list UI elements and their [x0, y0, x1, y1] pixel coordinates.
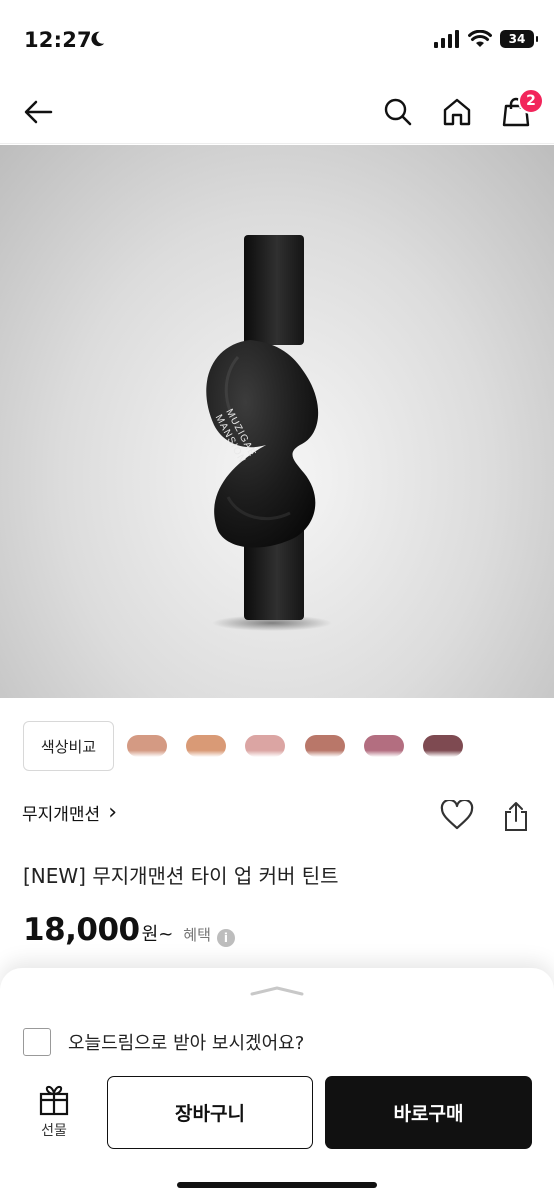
color-swatch[interactable] [423, 735, 463, 757]
back-button[interactable] [18, 92, 58, 132]
wifi-icon [468, 30, 492, 47]
color-swatch[interactable] [186, 735, 226, 757]
brand-name: 무지개맨션 [22, 805, 101, 825]
gift-label: 선물 [41, 1123, 67, 1139]
heart-icon [440, 798, 474, 830]
wishlist-button[interactable] [440, 798, 476, 832]
brand-link[interactable]: 무지개맨션 › [22, 800, 117, 825]
cart-count-badge: 2 [518, 88, 544, 114]
product-title: [NEW] 무지개맨션 타이 업 커버 틴트 [23, 864, 339, 888]
share-button[interactable] [502, 800, 532, 832]
signal-icon [434, 30, 459, 48]
price-unit: 원~ [141, 924, 174, 945]
product-image[interactable]: MUZIGAE MANSION [0, 145, 554, 698]
price-row: 18,000 원~ 혜택 i [23, 912, 235, 948]
home-button[interactable] [437, 92, 477, 132]
sheet-handle-icon[interactable] [250, 986, 304, 996]
cart-button[interactable]: 2 [496, 88, 544, 132]
nav-bar: 2 [0, 80, 554, 144]
color-swatch-row: 색상비교 [0, 720, 554, 772]
benefit-link[interactable]: 혜택 [183, 924, 211, 945]
product-price: 18,000 [23, 912, 140, 948]
search-icon [384, 98, 412, 126]
color-swatch[interactable] [127, 735, 167, 757]
battery-indicator: 34 [500, 30, 538, 48]
gift-button[interactable]: 선물 [22, 1084, 86, 1146]
buy-now-button[interactable]: 바로구매 [325, 1076, 532, 1149]
same-day-delivery-label: 오늘드림으로 받아 보시겠어요? [68, 1033, 305, 1054]
status-bar: 12:27 34 [0, 0, 554, 80]
color-swatch[interactable] [305, 735, 345, 757]
moon-icon [91, 31, 105, 47]
share-icon [505, 802, 527, 831]
chevron-right-icon: › [108, 800, 118, 825]
color-swatch[interactable] [245, 735, 285, 757]
same-day-delivery-option[interactable]: 오늘드림으로 받아 보시겠어요? [23, 1028, 304, 1056]
purchase-bottom-sheet: 오늘드림으로 받아 보시겠어요? 선물 장바구니 바로구매 [0, 968, 554, 1200]
status-indicators: 34 [434, 30, 538, 48]
same-day-delivery-checkbox[interactable] [23, 1028, 51, 1056]
home-icon [443, 98, 471, 126]
search-button[interactable] [378, 92, 418, 132]
info-icon[interactable]: i [216, 929, 235, 947]
arrow-left-icon [24, 100, 53, 124]
color-compare-button[interactable]: 색상비교 [23, 721, 114, 771]
status-time: 12:27 [24, 28, 92, 52]
add-to-cart-button[interactable]: 장바구니 [107, 1076, 313, 1149]
gift-icon [39, 1085, 69, 1116]
home-indicator [177, 1182, 377, 1188]
color-swatch[interactable] [364, 735, 404, 757]
product-image-illustration: MUZIGAE MANSION [206, 235, 332, 631]
